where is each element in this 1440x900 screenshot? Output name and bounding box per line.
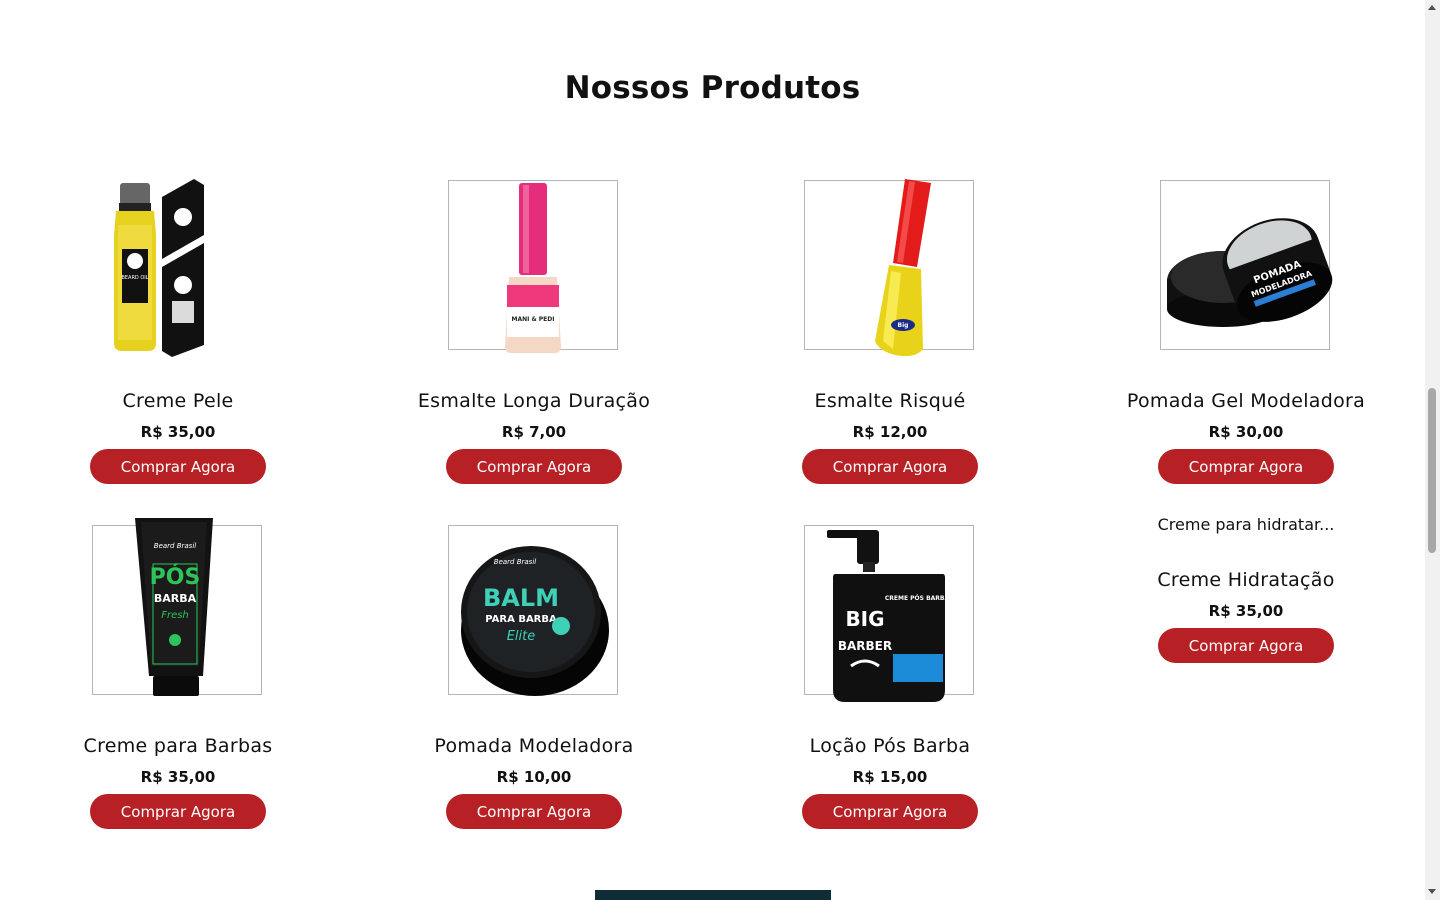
scrollbar-thumb[interactable] <box>1428 388 1436 553</box>
product-name: Creme Hidratação <box>1157 569 1335 591</box>
yellow-polish-illustration: Big <box>875 179 931 357</box>
broken-image[interactable]: Creme para hidratar... <box>1116 515 1376 539</box>
beard-brasil-label: Beard Brasil <box>154 542 197 550</box>
products-page: Nossos Produtos BEARD OIL Creme Pele R$ … <box>0 0 1425 900</box>
product-name: Loção Pós Barba <box>809 735 971 757</box>
product-name: Creme para Barbas <box>83 735 273 757</box>
para-barba-label: PARA BARBA <box>485 614 557 625</box>
buy-now-button[interactable]: Comprar Agora <box>90 449 266 484</box>
product-name: Pomada Modeladora <box>434 735 634 757</box>
product-price: R$ 10,00 <box>496 768 572 786</box>
product-image-pos-barba-tube[interactable]: Beard Brasil PÓS BARBA Fresh <box>92 518 262 696</box>
scroll-up-arrow-icon[interactable] <box>1428 5 1436 10</box>
scroll-down-arrow-icon[interactable] <box>1428 889 1436 894</box>
product-price: R$ 15,00 <box>852 768 928 786</box>
buy-now-button[interactable]: Comprar Agora <box>1158 628 1334 663</box>
big-barber-pump-illustration: BIG BARBER CREME PÓS BARBA <box>827 530 950 702</box>
product-name: Creme Pele <box>122 390 234 412</box>
product-name: Esmalte Longa Duração <box>417 390 651 412</box>
vertical-scrollbar[interactable] <box>1425 0 1440 900</box>
product-price: R$ 35,00 <box>140 423 216 441</box>
product-image-pink-polish[interactable]: MANI & PEDI <box>448 180 618 353</box>
beard-oil-illustration: BEARD OIL <box>114 179 204 357</box>
creme-pos-barba-label: CREME PÓS BARBA <box>885 595 950 602</box>
mani-pedi-label: MANI & PEDI <box>512 316 555 323</box>
footer-section-edge <box>595 890 831 900</box>
barba-label: BARBA <box>154 592 197 605</box>
broken-image-alt-text: Creme para hidratar... <box>1157 515 1335 534</box>
product-price: R$ 35,00 <box>140 768 216 786</box>
product-name: Esmalte Risqué <box>814 390 966 412</box>
product-image-pomade-jars[interactable]: POMADA MODELADORA <box>1160 180 1333 350</box>
pos-label: PÓS <box>150 564 201 590</box>
pink-polish-illustration: MANI & PEDI <box>505 183 561 353</box>
barber-label: BARBER <box>838 639 892 653</box>
buy-now-button[interactable]: Comprar Agora <box>802 449 978 484</box>
buy-now-button[interactable]: Comprar Agora <box>446 794 622 829</box>
pos-barba-tube-illustration: Beard Brasil PÓS BARBA Fresh <box>135 518 213 696</box>
balm-label: BALM <box>483 584 559 612</box>
elite-label: Elite <box>507 629 536 644</box>
big-logo-label: Big <box>898 322 909 329</box>
product-price: R$ 12,00 <box>852 423 928 441</box>
section-title: Nossos Produtos <box>564 70 861 106</box>
buy-now-button[interactable]: Comprar Agora <box>90 794 266 829</box>
big-label: BIG <box>845 607 884 631</box>
pomade-jars-illustration: POMADA MODELADORA <box>1167 218 1333 327</box>
balm-tin-illustration: Beard Brasil BALM PARA BARBA Elite <box>461 546 609 696</box>
product-name: Pomada Gel Modeladora <box>1126 390 1366 412</box>
product-image-balm-tin[interactable]: Beard Brasil BALM PARA BARBA Elite <box>448 525 618 696</box>
product-image-yellow-polish[interactable]: Big <box>804 179 974 357</box>
product-price: R$ 35,00 <box>1208 602 1284 620</box>
product-image-beard-oil[interactable]: BEARD OIL <box>92 175 262 357</box>
buy-now-button[interactable]: Comprar Agora <box>1158 449 1334 484</box>
product-image-big-barber-pump[interactable]: BIG BARBER CREME PÓS BARBA <box>804 525 974 702</box>
beard-brasil-label: Beard Brasil <box>494 558 537 566</box>
beard-oil-label: BEARD OIL <box>121 275 148 281</box>
buy-now-button[interactable]: Comprar Agora <box>446 449 622 484</box>
fresh-label: Fresh <box>161 610 189 621</box>
buy-now-button[interactable]: Comprar Agora <box>802 794 978 829</box>
product-price: R$ 7,00 <box>501 423 567 441</box>
product-price: R$ 30,00 <box>1208 423 1284 441</box>
